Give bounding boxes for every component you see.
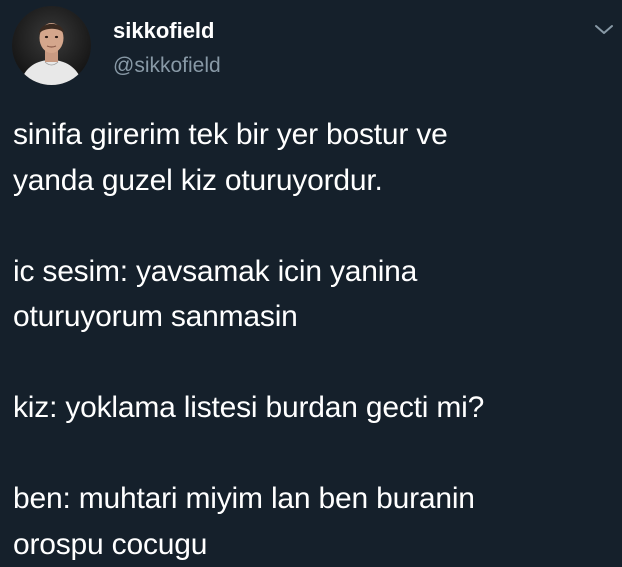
author-handle[interactable]: @sikkofield	[113, 52, 221, 80]
tweet-line: yanda guzel kiz oturuyordur.	[13, 158, 613, 204]
avatar[interactable]	[12, 6, 91, 85]
tweet-line: ic sesim: yavsamak icin yanina	[13, 249, 613, 295]
tweet-line: oturuyorum sanmasin	[13, 294, 613, 340]
chevron-down-icon[interactable]	[593, 22, 615, 38]
tweet-line: sinifa girerim tek bir yer bostur ve	[13, 112, 613, 158]
tweet-paragraph: ben: muhtari miyim lan ben buranin orosp…	[13, 476, 613, 567]
tweet-line: orospu cocugu	[13, 522, 613, 567]
tweet-text: sinifa girerim tek bir yer bostur ve yan…	[13, 112, 613, 567]
profile-photo-icon	[12, 6, 91, 85]
tweet-card: sikkofield @sikkofield sinifa girerim te…	[0, 0, 622, 558]
tweet-paragraph: kiz: yoklama listesi burdan gecti mi?	[13, 385, 613, 431]
tweet-line: kiz: yoklama listesi burdan gecti mi?	[13, 385, 613, 431]
author-display-name[interactable]: sikkofield	[113, 17, 214, 45]
tweet-paragraph: sinifa girerim tek bir yer bostur ve yan…	[13, 112, 613, 203]
tweet-line: ben: muhtari miyim lan ben buranin	[13, 476, 613, 522]
tweet-paragraph: ic sesim: yavsamak icin yanina oturuyoru…	[13, 249, 613, 340]
